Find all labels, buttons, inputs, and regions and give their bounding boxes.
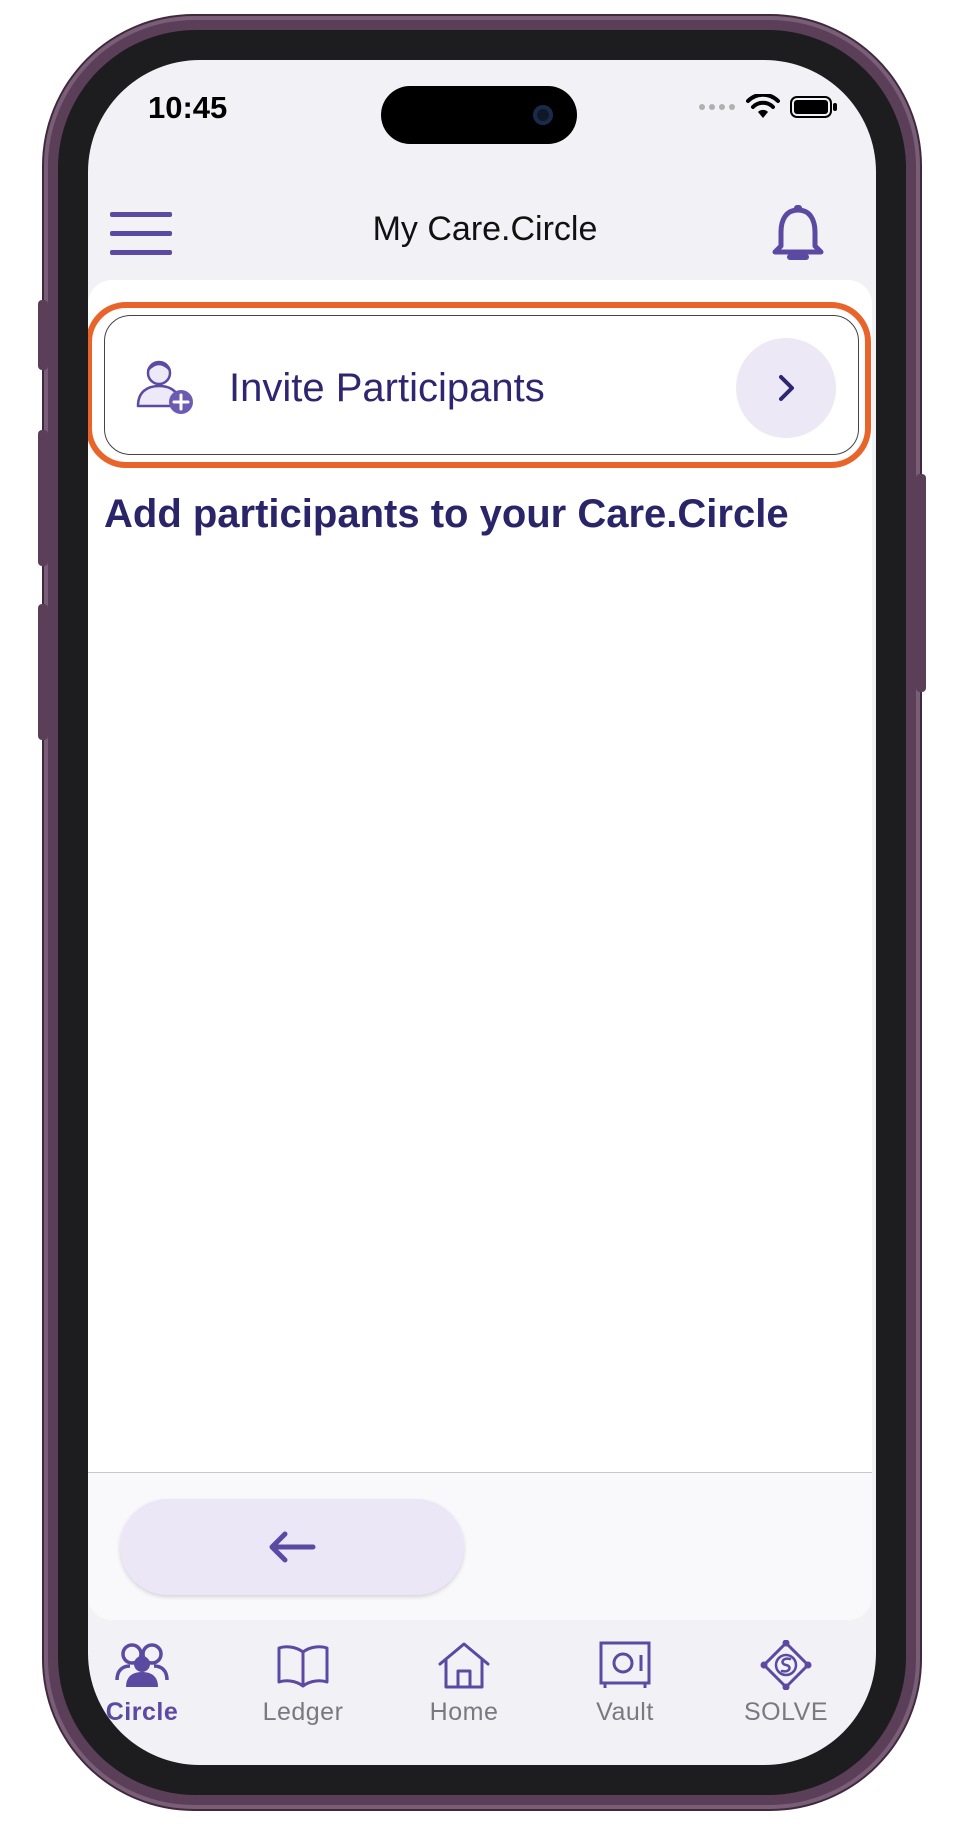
solve-diamond-icon <box>760 1640 812 1690</box>
nav-label-circle: Circle <box>105 1698 179 1726</box>
side-button-right <box>916 474 926 692</box>
front-camera <box>533 105 553 125</box>
status-bar: 10:45 <box>88 60 876 170</box>
nav-item-ledger[interactable]: Ledger <box>233 1640 373 1750</box>
add-person-icon <box>135 356 197 418</box>
footer-bar <box>88 1472 872 1620</box>
side-button-left-3 <box>38 604 48 740</box>
nav-item-vault[interactable]: Vault <box>555 1640 695 1750</box>
nav-label-ledger: Ledger <box>262 1698 344 1726</box>
nav-item-circle[interactable]: Circle <box>88 1640 212 1750</box>
nav-label-solve: SOLVE <box>743 1698 829 1726</box>
invite-participants-button[interactable]: Invite Participants <box>104 315 859 455</box>
side-button-left-1 <box>38 300 48 370</box>
app-header: My Care.Circle <box>88 180 876 280</box>
bell-icon[interactable] <box>770 204 826 264</box>
safe-icon <box>599 1641 651 1688</box>
house-icon <box>438 1642 490 1689</box>
chevron-right-icon[interactable] <box>736 338 836 438</box>
invite-participants-label: Invite Participants <box>229 366 545 410</box>
battery-icon <box>790 96 837 118</box>
page-title: My Care.Circle <box>372 210 598 248</box>
content-card: Invite Participants Add participants to … <box>88 280 872 1620</box>
helper-text: Add participants to your Care.Circle <box>104 492 789 536</box>
bottom-navigation: Circle Ledger Home Vault SOLVE <box>88 1640 876 1760</box>
nav-item-home[interactable]: Home <box>394 1640 534 1750</box>
status-time: 10:45 <box>148 90 228 125</box>
arrow-left-icon <box>269 1531 316 1563</box>
nav-label-vault: Vault <box>596 1698 654 1726</box>
wifi-icon <box>746 94 780 118</box>
cellular-dots-icon <box>699 104 735 110</box>
phone-screen: 10:45 My Care.Circle Invite Participants… <box>88 60 876 1765</box>
dynamic-island <box>381 86 577 144</box>
back-button[interactable] <box>120 1499 464 1595</box>
status-indicators <box>698 94 838 120</box>
people-group-icon <box>115 1643 169 1687</box>
nav-item-solve[interactable]: SOLVE <box>716 1640 856 1750</box>
nav-label-home: Home <box>429 1698 499 1726</box>
open-book-icon <box>277 1645 329 1688</box>
side-button-left-2 <box>38 430 48 566</box>
